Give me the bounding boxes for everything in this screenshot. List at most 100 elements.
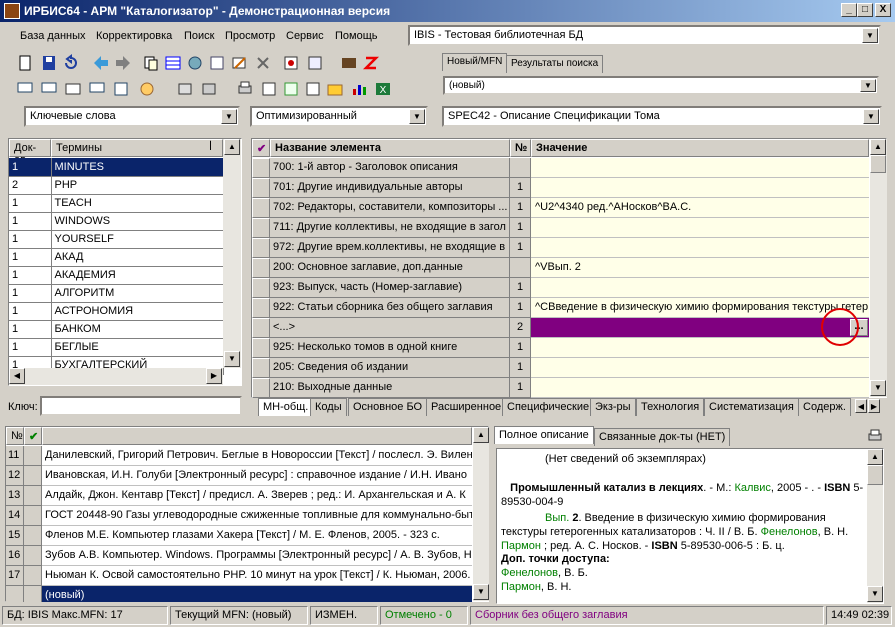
dictionary-select[interactable]: Ключевые слова ▼ bbox=[24, 106, 240, 127]
row-indicator[interactable] bbox=[252, 158, 270, 178]
element-value[interactable] bbox=[531, 318, 869, 338]
database-select[interactable]: IBIS - Тестовая библиотечная БД ▼ bbox=[408, 25, 881, 46]
back-arrow-icon[interactable] bbox=[92, 54, 110, 72]
record-row[interactable]: (новый) bbox=[6, 586, 472, 602]
publisher-link[interactable]: Калвис bbox=[734, 482, 770, 494]
scroll-left-icon[interactable]: ◀ bbox=[855, 399, 867, 413]
z3950-icon[interactable] bbox=[362, 54, 380, 72]
import-icon[interactable] bbox=[282, 54, 300, 72]
export-icon[interactable] bbox=[306, 54, 324, 72]
element-value[interactable] bbox=[531, 338, 869, 358]
dict-row[interactable]: 1 БАНКОМ bbox=[9, 320, 224, 339]
row-indicator[interactable] bbox=[252, 258, 270, 278]
dict-header-terms[interactable]: Термины bbox=[51, 139, 223, 157]
check-icon[interactable]: ✔ bbox=[24, 427, 42, 445]
editor-header-num[interactable]: № bbox=[510, 139, 531, 157]
hand-icon[interactable] bbox=[138, 80, 156, 98]
dict-hscrollbar[interactable]: ◀ ▶ bbox=[9, 368, 223, 385]
menu-search[interactable]: Поиск bbox=[184, 30, 214, 42]
dict-row[interactable]: 2 PHP bbox=[9, 176, 224, 195]
editor-scrollbar[interactable]: ▲ ▼ bbox=[870, 139, 887, 397]
row-indicator[interactable] bbox=[252, 218, 270, 238]
chevron-down-icon[interactable]: ▼ bbox=[862, 28, 878, 43]
view-icon[interactable] bbox=[176, 80, 194, 98]
scroll-up-icon[interactable]: ▲ bbox=[867, 449, 883, 465]
editor-row[interactable]: 701: Другие индивидуальные авторы 1 bbox=[252, 178, 869, 198]
editor-row[interactable]: 923: Выпуск, часть (Номер-заглавие) 1 bbox=[252, 278, 869, 298]
scroll-down-icon[interactable]: ▼ bbox=[867, 586, 883, 602]
barcode-icon[interactable] bbox=[340, 54, 358, 72]
undo-icon[interactable] bbox=[62, 54, 80, 72]
row-indicator[interactable] bbox=[252, 378, 270, 398]
close-button[interactable]: X bbox=[875, 3, 891, 17]
element-value[interactable] bbox=[531, 218, 869, 238]
scroll-up-icon[interactable]: ▲ bbox=[224, 139, 240, 155]
dict-row[interactable]: 1 АСТРОНОМИЯ bbox=[9, 302, 224, 321]
dict-row[interactable]: 1 TEACH bbox=[9, 194, 224, 213]
tab-search-results[interactable]: Результаты поиска bbox=[506, 55, 604, 73]
check-icon[interactable]: ✔ bbox=[252, 139, 270, 157]
new-document-icon[interactable] bbox=[16, 54, 34, 72]
description-scrollbar[interactable]: ▲ ▼ bbox=[867, 449, 883, 603]
row-indicator[interactable] bbox=[252, 338, 270, 358]
row-indicator[interactable] bbox=[252, 358, 270, 378]
records-scrollbar[interactable]: ▲ ▼ bbox=[473, 427, 489, 601]
tab-mn-general[interactable]: МН-общ. bbox=[258, 398, 314, 416]
forward-arrow-icon[interactable] bbox=[114, 54, 132, 72]
dict-row[interactable]: 1 АЛГОРИТМ bbox=[9, 284, 224, 303]
table-icon[interactable] bbox=[164, 54, 182, 72]
dict-row[interactable]: 1 MINUTES bbox=[9, 158, 224, 177]
element-value[interactable] bbox=[531, 358, 869, 378]
row-indicator[interactable] bbox=[252, 298, 270, 318]
dict-row[interactable]: 1 АКАД bbox=[9, 248, 224, 267]
dict-scrollbar[interactable]: ▲ ▼ bbox=[223, 139, 241, 368]
records-header-num[interactable]: № bbox=[6, 427, 24, 445]
scroll-down-icon[interactable]: ▼ bbox=[870, 380, 886, 396]
scroll-down-icon[interactable]: ▼ bbox=[224, 351, 240, 367]
chevron-down-icon[interactable]: ▼ bbox=[221, 109, 237, 124]
author-link[interactable]: Фенелонов bbox=[761, 526, 818, 538]
tab-extended[interactable]: Расширенное bbox=[426, 398, 507, 416]
print-list-icon[interactable] bbox=[282, 80, 300, 98]
element-value[interactable] bbox=[531, 378, 869, 398]
mode-select[interactable]: Оптимизированный ▼ bbox=[250, 106, 428, 127]
key-input[interactable] bbox=[40, 396, 242, 416]
maximize-button[interactable]: □ bbox=[857, 3, 873, 17]
scroll-thumb[interactable] bbox=[867, 465, 883, 485]
row-indicator[interactable] bbox=[252, 178, 270, 198]
tab-codes[interactable]: Коды bbox=[310, 398, 347, 416]
editor-row[interactable]: 972: Другие врем.коллективы, не входящие… bbox=[252, 238, 869, 258]
tab-specific[interactable]: Специфические bbox=[502, 398, 595, 416]
dict-row[interactable]: 1 WINDOWS bbox=[9, 212, 224, 231]
row-indicator[interactable] bbox=[252, 278, 270, 298]
tab-new-mfn[interactable]: Новый/MFN bbox=[442, 53, 508, 71]
element-value[interactable] bbox=[531, 238, 869, 258]
editor-header-name[interactable]: Название элемента bbox=[270, 139, 510, 157]
save-icon[interactable] bbox=[40, 54, 58, 72]
scroll-right-icon[interactable]: ▶ bbox=[868, 399, 880, 413]
menu-edit[interactable]: Корректировка bbox=[96, 30, 172, 42]
record-mark[interactable] bbox=[24, 566, 42, 586]
record-row[interactable]: 16 Зубов А.В. Компьютер. Windows. Програм… bbox=[6, 546, 472, 566]
record-row[interactable]: 13 Алдайк, Джон. Кентавр [Текст] / предис… bbox=[6, 486, 472, 506]
dict-row[interactable]: 1 БЕГЛЫЕ bbox=[9, 338, 224, 357]
tab-technology[interactable]: Технология bbox=[636, 398, 705, 416]
comment-icon[interactable] bbox=[16, 80, 34, 98]
record-mark[interactable] bbox=[24, 506, 42, 526]
record-row[interactable]: 15 Фленов М.Е. Компьютер глазами Хакера [… bbox=[6, 526, 472, 546]
record-mark[interactable] bbox=[24, 586, 42, 602]
record-row[interactable]: 17 Ньюман К. Освой самостоятельно PHP. 10… bbox=[6, 566, 472, 586]
minimize-button[interactable]: _ bbox=[841, 3, 857, 17]
globe-icon[interactable] bbox=[186, 54, 204, 72]
editor-row[interactable]: 702: Редакторы, составители, композиторы… bbox=[252, 198, 869, 218]
element-value[interactable] bbox=[531, 278, 869, 298]
tab-systematization[interactable]: Систематизация bbox=[704, 398, 799, 416]
edit-icon[interactable] bbox=[230, 54, 248, 72]
editor-row[interactable]: 925: Несколько томов в одной книге 1 bbox=[252, 338, 869, 358]
menu-help[interactable]: Помощь bbox=[335, 30, 378, 42]
record-row[interactable]: 12 Ивановская, И.Н. Голуби [Электронный р… bbox=[6, 466, 472, 486]
delete-icon[interactable] bbox=[254, 54, 272, 72]
tab-copies[interactable]: Экз-ры bbox=[590, 398, 636, 416]
record-row[interactable]: 14 ГОСТ 20448-90 Газы углеводородные сжиж… bbox=[6, 506, 472, 526]
tab-contents[interactable]: Содерж. bbox=[798, 398, 851, 416]
